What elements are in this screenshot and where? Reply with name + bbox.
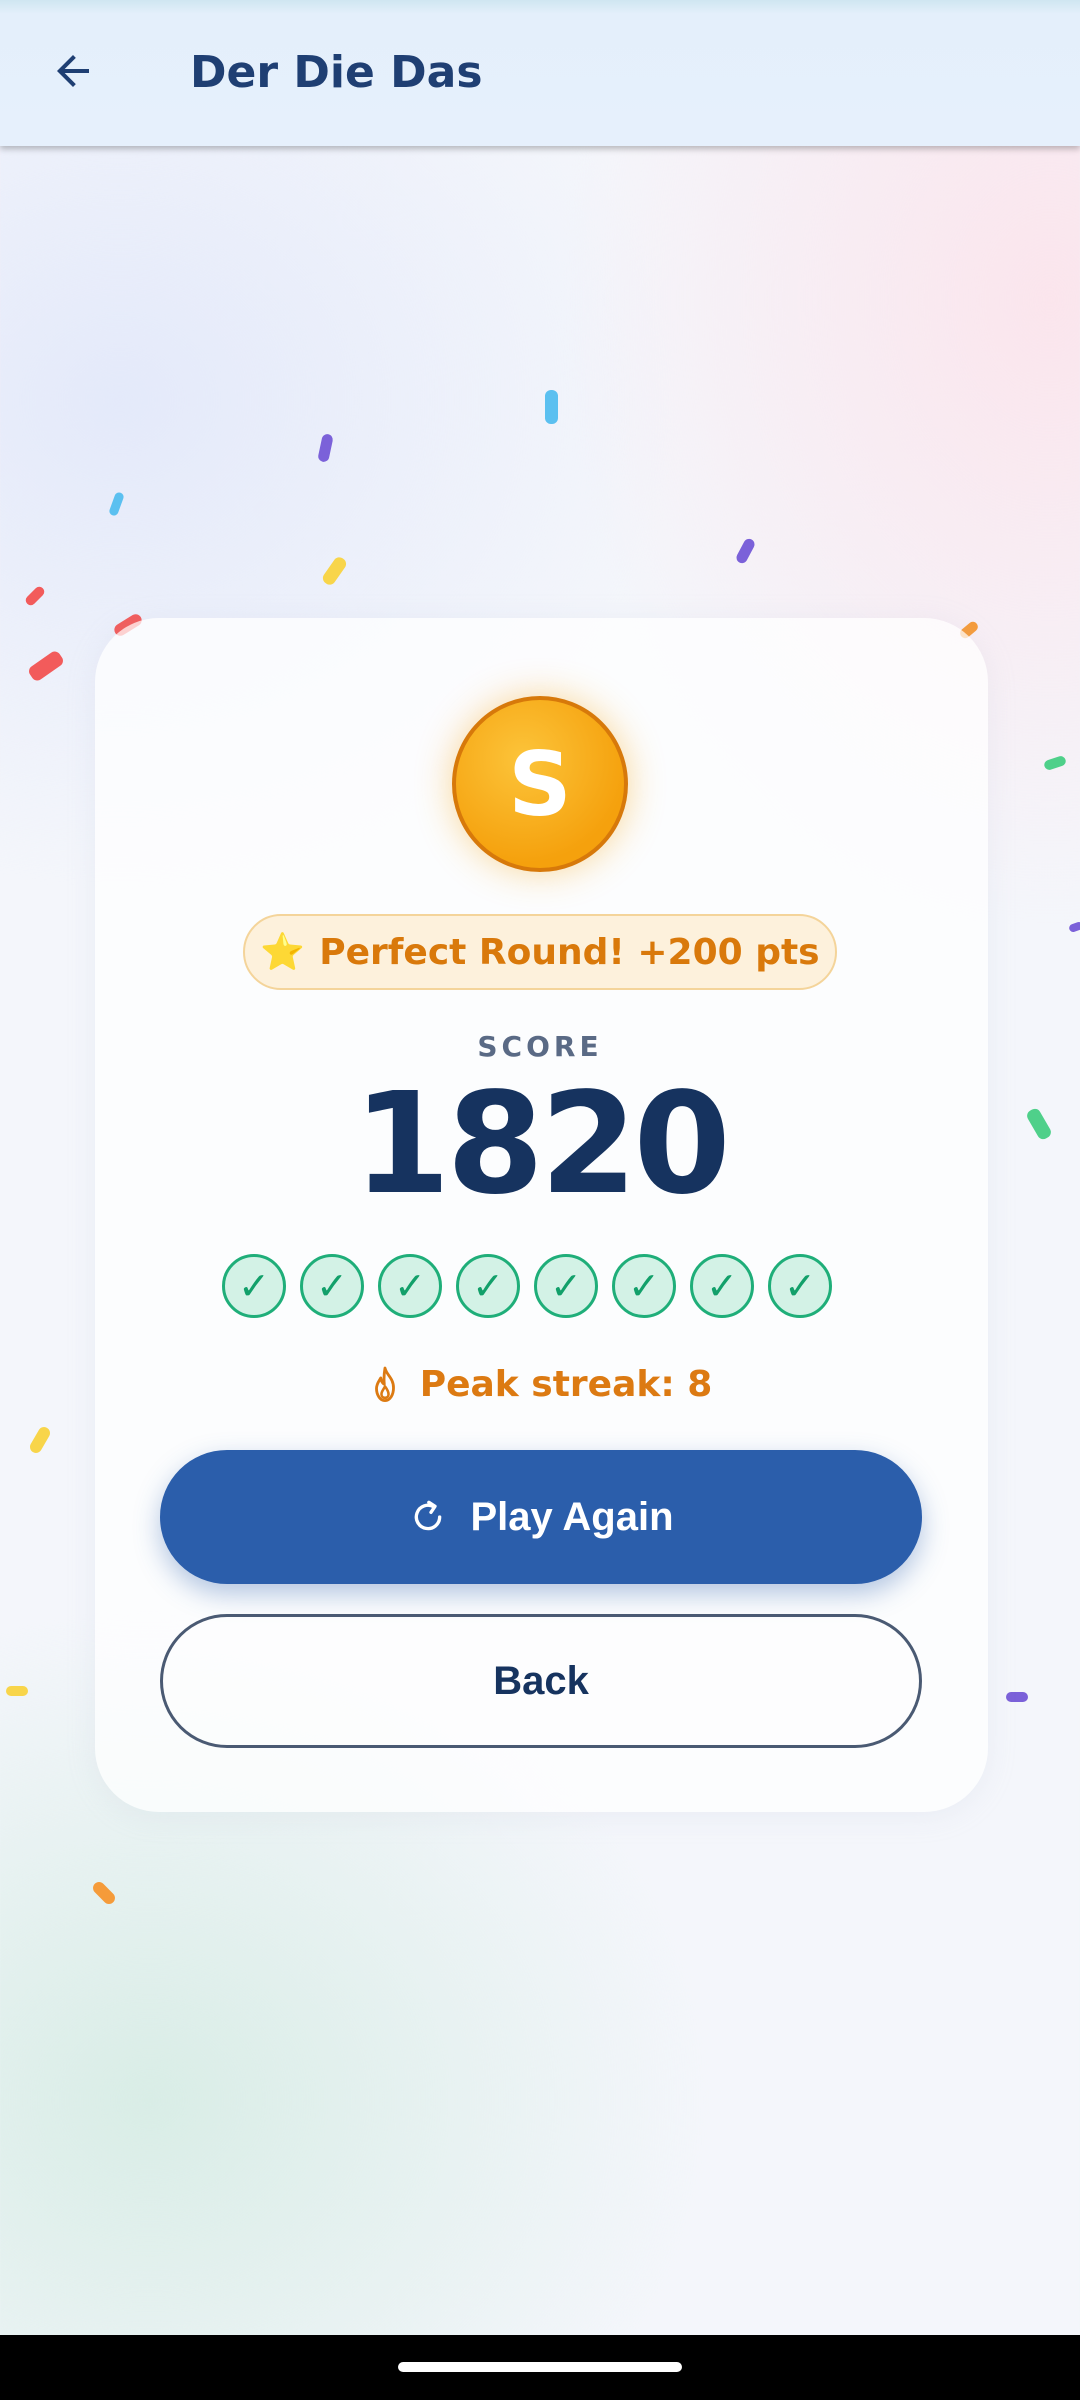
correct-answer-icon: ✓ (300, 1254, 364, 1318)
app-bar: Der Die Das (0, 0, 1080, 146)
confetti-piece (1068, 920, 1080, 934)
home-indicator[interactable] (398, 2362, 682, 2372)
correct-answer-icon: ✓ (768, 1254, 832, 1318)
correct-answer-icon: ✓ (378, 1254, 442, 1318)
rank-medal: S (452, 696, 628, 872)
confetti-piece (108, 491, 125, 517)
play-again-button[interactable]: Play Again (160, 1450, 922, 1584)
star-icon: ⭐ (260, 932, 306, 973)
peak-streak-text: Peak streak: 8 (419, 1364, 713, 1405)
arrow-left-icon (57, 55, 89, 87)
confetti-piece (90, 1879, 118, 1907)
perfect-round-text: Perfect Round! +200 pts (319, 931, 820, 973)
confetti-piece (26, 649, 66, 683)
confetti-piece (320, 554, 349, 588)
back-label: Back (493, 1658, 589, 1703)
answer-results: ✓ ✓ ✓ ✓ ✓ ✓ ✓ ✓ (222, 1254, 832, 1318)
back-button[interactable]: Back (160, 1614, 922, 1748)
correct-answer-icon: ✓ (690, 1254, 754, 1318)
perfect-round-badge: ⭐ Perfect Round! +200 pts (243, 914, 837, 990)
confetti-piece (27, 1424, 53, 1456)
correct-answer-icon: ✓ (222, 1254, 286, 1318)
confetti-piece (734, 536, 757, 566)
refresh-icon (415, 1500, 442, 1531)
flame-icon (374, 1366, 395, 1403)
confetti-piece (1006, 1692, 1028, 1702)
confetti-piece (23, 584, 47, 608)
score-value: 1820 (353, 1063, 731, 1226)
play-again-label: Play Again (470, 1494, 674, 1539)
correct-answer-icon: ✓ (456, 1254, 520, 1318)
page-title: Der Die Das (190, 47, 483, 98)
confetti-piece (317, 433, 334, 463)
correct-answer-icon: ✓ (612, 1254, 676, 1318)
score-label: SCORE (477, 1030, 603, 1063)
back-arrow-button[interactable] (40, 38, 106, 104)
confetti-piece (1042, 754, 1068, 772)
peak-streak: Peak streak: 8 (0, 1360, 1080, 1410)
correct-answer-icon: ✓ (534, 1254, 598, 1318)
confetti-piece (545, 390, 558, 424)
confetti-piece (6, 1686, 28, 1696)
medal-letter: S (508, 732, 572, 836)
